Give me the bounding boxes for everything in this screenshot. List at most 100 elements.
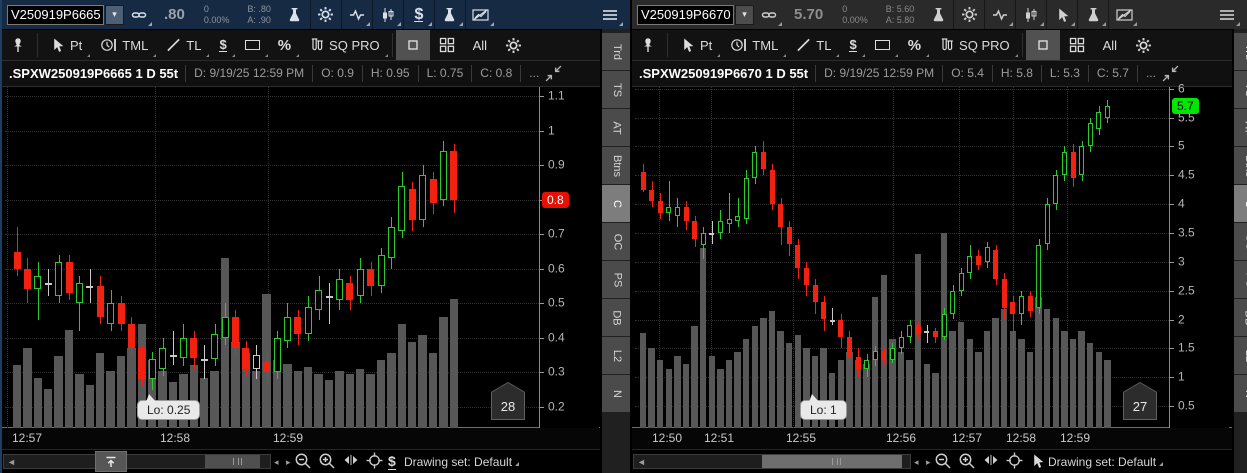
step-left-arrow[interactable]: ◂ — [274, 457, 279, 468]
analyze-flask-icon[interactable] — [923, 0, 953, 29]
symbol-dropdown-button[interactable]: ▾ — [735, 5, 754, 25]
collapse-arrows-icon[interactable] — [1162, 65, 1179, 82]
rectangle-tool-button[interactable] — [866, 30, 899, 61]
price-axis[interactable]: 65.554.543.532.521.510.55.7 — [1169, 87, 1229, 428]
patterns-icon[interactable] — [1109, 0, 1139, 29]
step-right-arrow[interactable]: ▸ — [926, 457, 931, 468]
time-axis[interactable]: 12:5712:5812:59 — [2, 428, 630, 449]
analyze-tools-flask-icon[interactable] — [1078, 0, 1108, 29]
side-tab-oc[interactable]: OC — [1234, 223, 1247, 260]
percent-tool-button[interactable]: % — [899, 30, 930, 61]
analyze-tools-flask-icon[interactable] — [435, 0, 465, 29]
side-tab-trd[interactable]: Trd — [1234, 33, 1247, 70]
scroll-to-latest-button[interactable] — [95, 451, 127, 472]
symbol-input[interactable]: V250919P6665 — [7, 5, 104, 25]
cursor-tool-icon[interactable] — [1047, 0, 1077, 29]
percent-tool-button[interactable]: % — [269, 30, 300, 61]
collapse-arrows-icon[interactable] — [545, 65, 562, 82]
dropdown-corner — [206, 54, 209, 57]
layout-grid-button[interactable] — [1060, 30, 1094, 61]
side-tab-n[interactable]: N — [602, 375, 630, 412]
studies-pulse-icon[interactable] — [342, 0, 372, 29]
side-tab-c[interactable]: C — [1234, 185, 1247, 222]
price-level-tool-button[interactable]: $ — [840, 30, 865, 61]
zoom-out-icon[interactable] — [934, 452, 952, 470]
expand-horizontal-icon[interactable] — [342, 452, 360, 468]
side-tab-ts[interactable]: TS — [602, 71, 630, 108]
dollar-glyph: $ — [388, 453, 396, 470]
pointer-tool-button[interactable]: Pt — [41, 30, 91, 61]
side-tab-c[interactable]: C — [602, 185, 630, 222]
cursor-mode-icon[interactable] — [1030, 453, 1045, 469]
zoom-in-icon[interactable] — [958, 452, 976, 470]
side-tab-oc[interactable]: OC — [602, 223, 630, 260]
show-all-button[interactable]: All — [1094, 30, 1126, 61]
side-tab-n[interactable]: N — [1234, 375, 1247, 412]
analyze-flask-icon[interactable] — [280, 0, 310, 29]
settings-gear-icon[interactable] — [311, 0, 341, 29]
side-tab-l2[interactable]: L2 — [1234, 337, 1247, 374]
timeline-tool-button[interactable]: TML — [721, 30, 787, 61]
toolbar-settings-gear-icon[interactable] — [496, 30, 531, 61]
show-all-button[interactable]: All — [464, 30, 496, 61]
trendline-tool-button[interactable]: TL — [157, 30, 210, 61]
sq-pro-button[interactable]: SQ PRO — [930, 30, 1019, 61]
side-tab-ts[interactable]: TS — [1234, 71, 1247, 108]
menu-hamburger-icon[interactable] — [595, 0, 625, 29]
drawing-set-selector[interactable]: Drawing set: Default — [404, 455, 519, 469]
side-tab-at[interactable]: AT — [602, 109, 630, 146]
layout-grid-button[interactable] — [430, 30, 464, 61]
scroll-left-arrow[interactable]: ◄ — [7, 457, 16, 467]
studies-pulse-icon[interactable] — [985, 0, 1015, 29]
sq-pro-button[interactable]: SQ PRO — [300, 30, 389, 61]
side-tab-db[interactable]: DB — [602, 299, 630, 336]
side-tab-btns[interactable]: Btns — [1234, 147, 1247, 184]
price-axis[interactable]: 1.110.90.80.70.60.50.40.30.20.8 — [539, 87, 599, 428]
side-tab-trd[interactable]: Trd — [602, 33, 630, 70]
step-right-arrow[interactable]: ▸ — [286, 457, 291, 468]
symbol-input[interactable]: V250919P6670 — [637, 5, 734, 25]
symbol-dropdown-button[interactable]: ▾ — [105, 5, 124, 25]
time-scrollbar-handle[interactable] — [762, 455, 902, 468]
side-tab-ps[interactable]: PS — [602, 261, 630, 298]
crosshair-icon[interactable] — [1006, 452, 1023, 469]
price-level-tool-button[interactable]: $ — [210, 30, 235, 61]
side-tab-l2[interactable]: L2 — [602, 337, 630, 374]
scroll-left-arrow[interactable]: ◄ — [637, 457, 646, 467]
pin-toolbar-button[interactable] — [632, 30, 664, 61]
toolbar-settings-gear-icon[interactable] — [1126, 30, 1161, 61]
layout-single-button[interactable] — [396, 30, 430, 61]
patterns-icon[interactable] — [466, 0, 496, 29]
link-icon[interactable] — [124, 0, 154, 29]
time-axis[interactable]: 12:5012:5112:5512:5612:5712:5812:59 — [632, 428, 1247, 449]
chart-style-candles-icon[interactable] — [1016, 0, 1046, 29]
link-icon[interactable] — [754, 0, 784, 29]
side-tab-at[interactable]: AT — [1234, 109, 1247, 146]
candlestick-plot[interactable]: 28 — [5, 87, 539, 428]
crosshair-icon[interactable] — [366, 452, 383, 469]
layout-single-button[interactable] — [1026, 30, 1060, 61]
price-tools-dollar-icon[interactable]: $ — [404, 0, 434, 29]
chart-style-candles-icon[interactable] — [373, 0, 403, 29]
menu-hamburger-icon[interactable] — [1212, 0, 1242, 29]
zoom-out-icon[interactable] — [294, 452, 312, 470]
candle-body — [933, 331, 938, 337]
step-left-arrow[interactable]: ◂ — [914, 457, 919, 468]
rectangle-tool-button[interactable] — [236, 30, 269, 61]
side-tab-db[interactable]: DB — [1234, 299, 1247, 336]
trendline-tool-button[interactable]: TL — [787, 30, 840, 61]
side-tab-btns[interactable]: Btns — [602, 147, 630, 184]
chart-area[interactable]: 27 65.554.543.532.521.510.55.7 Lo: 1 — [632, 87, 1247, 428]
pointer-tool-button[interactable]: Pt — [671, 30, 721, 61]
chart-area[interactable]: 28 1.110.90.80.70.60.50.40.30.20.8 Lo: 0… — [2, 87, 630, 428]
expand-horizontal-icon[interactable] — [982, 452, 1000, 468]
time-scrollbar-handle[interactable] — [205, 455, 260, 468]
candlestick-plot[interactable]: 27 — [635, 87, 1169, 428]
timeline-tool-button[interactable]: TML — [91, 30, 157, 61]
pin-toolbar-button[interactable] — [2, 30, 34, 61]
side-tab-ps[interactable]: PS — [1234, 261, 1247, 298]
drawing-set-selector[interactable]: Drawing set: Default — [1048, 455, 1163, 469]
settings-gear-icon[interactable] — [954, 0, 984, 29]
dollar-mode-icon[interactable]: $ — [388, 453, 396, 469]
zoom-in-icon[interactable] — [318, 452, 336, 470]
